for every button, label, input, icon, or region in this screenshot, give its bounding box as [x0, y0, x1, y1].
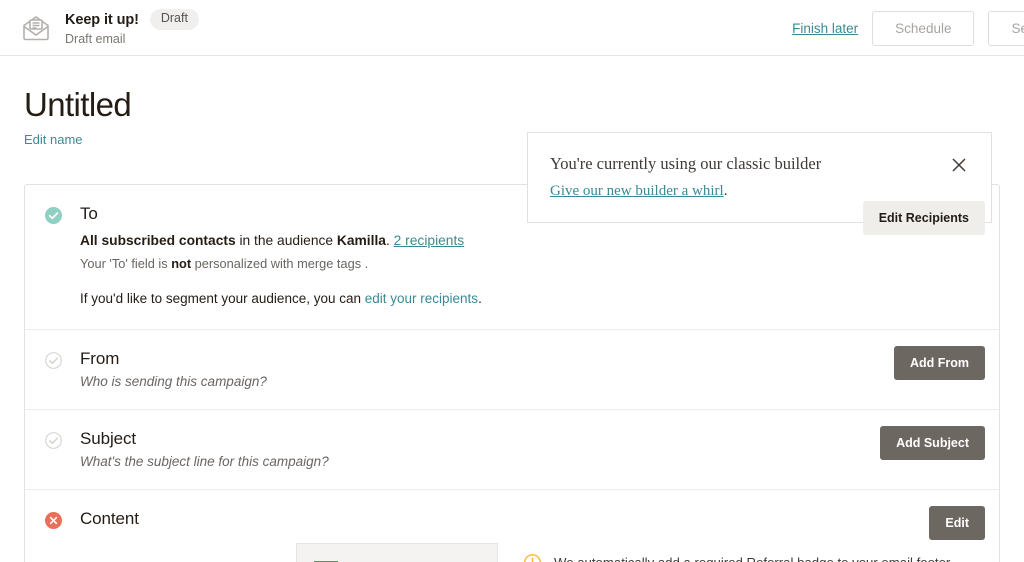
campaign-title: Keep it up! — [65, 11, 139, 28]
row-title-content: Content — [80, 509, 139, 529]
row-title-to: To — [80, 204, 98, 224]
checklist-row-content[interactable]: Content EasyPractice — [25, 490, 999, 562]
top-bar: Keep it up! Draft Draft email Finish lat… — [0, 0, 1024, 56]
recipients-dot: . — [385, 232, 394, 248]
recipients-summary: All subscribed contacts in the audience … — [80, 231, 979, 251]
add-from-button[interactable]: Add From — [893, 345, 985, 380]
row-title-subject: Subject — [80, 428, 137, 448]
edit-recipients-button[interactable]: Edit Recipients — [862, 201, 985, 236]
recipient-count-link[interactable]: 2 recipients — [394, 233, 465, 248]
finish-later-link[interactable]: Finish later — [792, 21, 858, 36]
audience-name: Kamilla — [336, 232, 386, 248]
campaign-title-block: Keep it up! Draft Draft email — [65, 9, 199, 46]
email-logo-preview[interactable]: EasyPractice — [296, 543, 498, 562]
checklist-row-from[interactable]: From Who is sending this campaign? Add F… — [25, 330, 999, 410]
segment-audience-note: If you'd like to segment your audience, … — [80, 289, 979, 309]
top-bar-actions: Finish later Schedule Send — [792, 0, 1024, 56]
status-complete-check-icon — [45, 207, 62, 225]
edit-name-link[interactable]: Edit name — [24, 132, 83, 147]
page-body: Untitled Edit name You're currently usin… — [0, 56, 1024, 562]
campaign-checklist-card: To All subscribed contacts in the audien… — [24, 184, 1000, 562]
referral-badge-line-1: We automatically add a required Referral… — [554, 555, 953, 562]
edit-content-button[interactable]: Edit — [929, 506, 985, 541]
referral-badge-notice: We automatically add a required Referral… — [524, 543, 953, 562]
status-incomplete-check-icon — [45, 351, 62, 369]
send-button[interactable]: Send — [988, 10, 1024, 46]
merge-tag-note: Your 'To' field is not personalized with… — [80, 255, 979, 274]
schedule-button[interactable]: Schedule — [872, 10, 975, 46]
row-hint-from: Who is sending this campaign? — [80, 373, 267, 389]
campaign-subtitle: Draft email — [65, 31, 126, 46]
merge-tag-note-not: not — [171, 255, 192, 271]
segment-note-b: . — [478, 291, 482, 307]
notice-title: You're currently using our classic build… — [550, 154, 822, 173]
segment-note-a: If you'd like to segment your audience, … — [80, 291, 365, 307]
merge-tag-note-b: personalized with merge tags . — [191, 255, 369, 271]
status-badge: Draft — [149, 9, 199, 30]
row-title-from: From — [80, 348, 120, 368]
recipients-mid-text: in the audience — [235, 232, 337, 248]
warning-exclamation-icon — [524, 554, 541, 562]
draft-email-envelope-icon — [20, 12, 52, 44]
row-hint-subject: What's the subject line for this campaig… — [80, 454, 329, 470]
campaign-identity: Keep it up! Draft Draft email — [20, 9, 199, 46]
content-preview-area: EasyPractice We — [80, 543, 979, 562]
merge-tag-note-a: Your 'To' field is — [80, 255, 172, 271]
status-error-x-icon — [45, 512, 62, 530]
status-incomplete-check-icon — [45, 432, 62, 449]
page-title: Untitled — [24, 86, 132, 123]
close-icon[interactable] — [949, 155, 969, 175]
add-subject-button[interactable]: Add Subject — [880, 425, 985, 460]
checklist-row-to[interactable]: To All subscribed contacts in the audien… — [25, 185, 999, 330]
recipients-scope: All subscribed contacts — [80, 232, 236, 248]
edit-recipients-link[interactable]: edit your recipients — [365, 291, 478, 306]
checklist-row-subject[interactable]: Subject What's the subject line for this… — [25, 410, 999, 491]
